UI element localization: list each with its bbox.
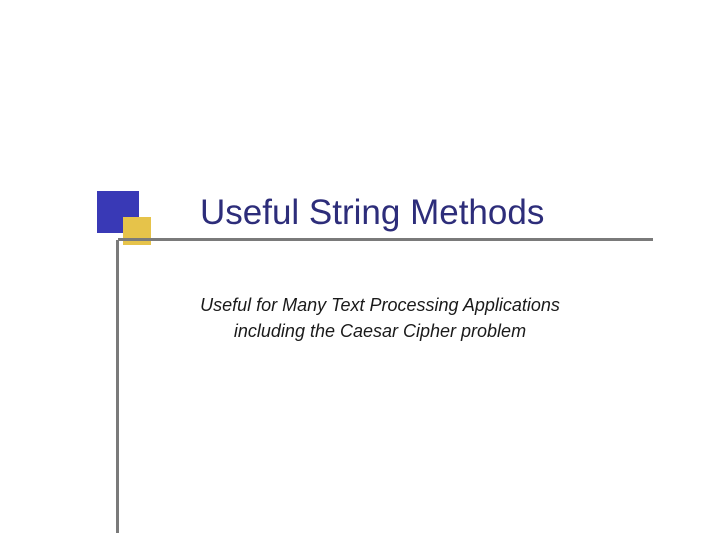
subtitle-line-2: including the Caesar Cipher problem	[234, 321, 526, 341]
vertical-divider	[116, 240, 119, 533]
subtitle-line-1: Useful for Many Text Processing Applicat…	[200, 295, 560, 315]
slide-subtitle: Useful for Many Text Processing Applicat…	[180, 292, 580, 344]
slide-decoration	[97, 191, 177, 251]
horizontal-divider	[118, 238, 653, 241]
slide-title: Useful String Methods	[200, 193, 544, 233]
